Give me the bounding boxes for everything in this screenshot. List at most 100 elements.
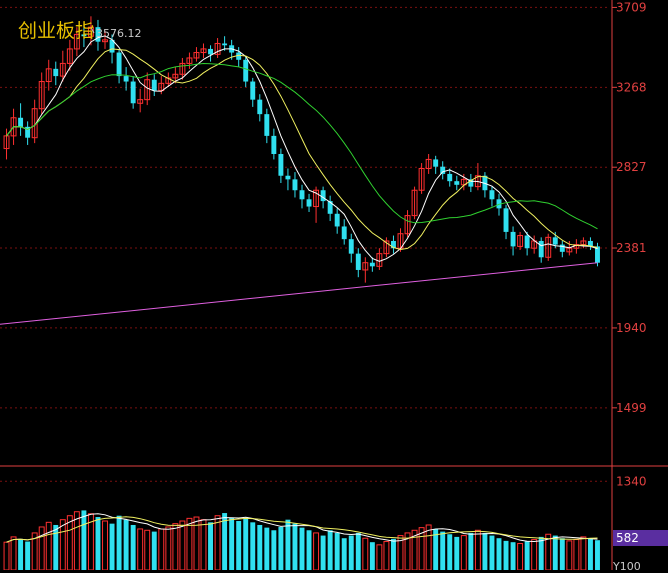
- volume-bar-down: [285, 519, 291, 570]
- volume-bar-down: [468, 532, 474, 570]
- volume-bar-up: [73, 511, 80, 570]
- volume-bar-up: [214, 515, 221, 570]
- candle-body-down: [116, 52, 122, 77]
- volume-bar-down: [355, 532, 361, 570]
- candle-body-down: [341, 226, 347, 240]
- volume-bar-down: [524, 541, 530, 570]
- volume-bar-down: [53, 524, 59, 570]
- volume-bar-down: [327, 530, 333, 570]
- volume-bar-down: [278, 526, 284, 570]
- volume-bar-up: [179, 520, 186, 570]
- volume-bar-down: [25, 541, 31, 570]
- volume-bar-down: [482, 532, 488, 570]
- volume-current-badge: 582: [613, 530, 668, 546]
- volume-bar-up: [460, 535, 467, 570]
- volume-bar-up: [137, 528, 144, 570]
- volume-bar-down: [109, 523, 115, 570]
- candle-body-down: [440, 166, 446, 174]
- price-tick-label: 3268: [616, 80, 647, 94]
- candle-body-down: [278, 154, 284, 176]
- volume-bar-up: [38, 526, 45, 570]
- volume-bar-up: [59, 519, 66, 570]
- price-tick-label: 1940: [616, 321, 647, 335]
- candle-body-down: [123, 76, 129, 82]
- volume-bar-down: [299, 527, 305, 570]
- volume-bar-down: [510, 542, 516, 570]
- volume-bar-up: [45, 521, 52, 570]
- volume-bar-down: [257, 524, 263, 570]
- volume-bar-down: [447, 534, 453, 570]
- candle-body-down: [510, 231, 516, 247]
- volume-bar-up: [474, 529, 481, 570]
- volume-bar-down: [341, 538, 347, 570]
- volume-bar-up: [531, 539, 538, 570]
- candle-body-down: [489, 190, 495, 200]
- volume-bar-up: [573, 539, 580, 570]
- volume-bar-down: [306, 530, 312, 570]
- volume-bar-down: [503, 540, 509, 570]
- volume-bar-down: [81, 510, 87, 570]
- volume-bar-down: [243, 518, 249, 570]
- candle-body-down: [503, 208, 509, 232]
- volume-bar-down: [369, 542, 375, 570]
- volume-bar-down: [116, 515, 122, 570]
- volume-bar-up: [376, 544, 383, 570]
- volume-bar-up: [362, 537, 369, 570]
- volume-bar-down: [454, 536, 460, 570]
- candle-body-down: [151, 79, 157, 91]
- candle-body-down: [538, 240, 544, 258]
- volume-bar-up: [200, 519, 207, 570]
- volume-bar-up: [313, 532, 320, 570]
- volume-bar-down: [264, 527, 270, 570]
- volume-bar-down: [123, 519, 129, 570]
- volume-bar-up: [102, 520, 108, 570]
- volume-bar-up: [172, 523, 179, 570]
- candle-body-down: [222, 43, 228, 46]
- candle-body-down: [243, 59, 249, 82]
- candle-body-down: [334, 213, 340, 227]
- volume-bar-down: [208, 522, 214, 570]
- candle-body-down: [348, 239, 354, 254]
- candle-body-down: [433, 159, 439, 167]
- volume-bottom-label: Y100: [613, 560, 641, 573]
- candle-body-down: [18, 117, 24, 127]
- high-price-label: 3576.12: [96, 27, 142, 40]
- candle-body-down: [355, 253, 361, 270]
- volume-bar-up: [517, 543, 524, 570]
- volume-bar-down: [130, 524, 136, 570]
- volume-bar-down: [348, 535, 354, 570]
- volume-bar-down: [552, 535, 558, 570]
- volume-bar-down: [95, 517, 101, 570]
- volume-bar-up: [144, 529, 151, 570]
- volume-bar-up: [580, 536, 587, 570]
- ma10-line: [6, 48, 598, 251]
- candle-body-down: [447, 173, 453, 182]
- price-tick-label: 2827: [616, 160, 647, 174]
- price-tick-label: 2381: [616, 241, 647, 255]
- volume-bar-up: [66, 515, 73, 570]
- candle-body-down: [53, 68, 59, 77]
- index-title: 创业板指: [18, 20, 95, 42]
- candle-body-down: [369, 262, 375, 267]
- volume-bar-up: [10, 536, 17, 570]
- candle-body-down: [559, 244, 565, 252]
- volume-bar-up: [383, 541, 390, 570]
- candle-body-down: [524, 235, 530, 249]
- volume-bar-down: [595, 540, 600, 570]
- candle-body-down: [299, 190, 305, 200]
- volume-bar-down: [236, 521, 242, 570]
- volume-tick-label: 1340: [616, 474, 647, 488]
- candle-body-down: [285, 175, 291, 180]
- candle-body-down: [264, 114, 270, 136]
- volume-bar-down: [250, 522, 256, 570]
- volume-bar-down: [151, 531, 157, 570]
- candle-body-down: [208, 48, 214, 55]
- volume-bar-down: [271, 530, 277, 570]
- candle-body-down: [552, 237, 558, 245]
- volume-bar-up: [3, 541, 10, 570]
- volume-bar-down: [229, 517, 235, 570]
- volume-bar-up: [158, 528, 165, 570]
- candle-body-down: [250, 81, 256, 100]
- volume-bar-down: [559, 538, 565, 570]
- volume-bar-down: [496, 538, 502, 570]
